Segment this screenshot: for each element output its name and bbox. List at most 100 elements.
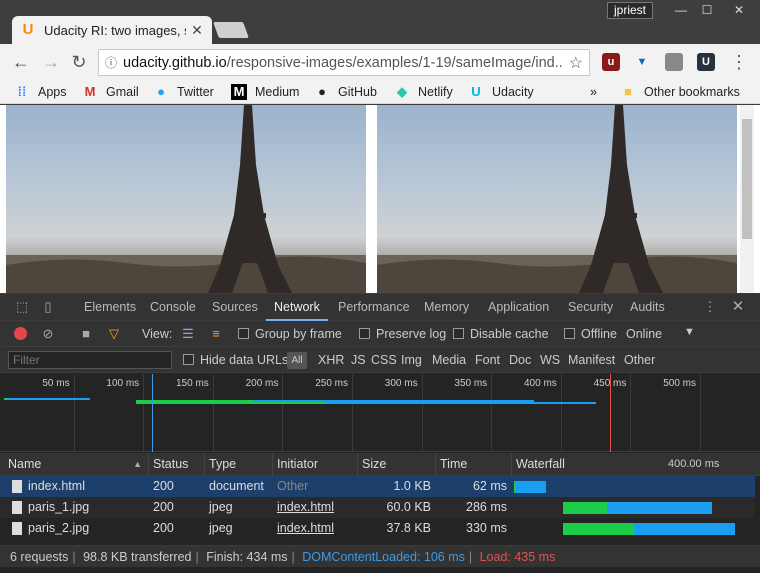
capture-screenshots-icon[interactable]: ■ (78, 326, 94, 342)
profile-button[interactable]: jpriest (607, 2, 653, 19)
inspect-element-icon[interactable]: ⬚ (14, 299, 30, 315)
browser-tab[interactable]: U Udacity RI: two images, s ✕ (12, 16, 212, 44)
timeline-tick-label: 350 ms (454, 378, 488, 389)
tab-performance[interactable]: Performance (338, 294, 410, 321)
throttling-dropdown-icon[interactable]: ▼ (684, 326, 695, 338)
request-name[interactable]: paris_1.jpg (28, 497, 144, 518)
device-toolbar-icon[interactable]: ▯ (40, 299, 56, 315)
bookmarks-overflow-button[interactable]: » (590, 83, 597, 101)
filter-css[interactable]: CSS (371, 353, 397, 367)
other-bookmarks-folder[interactable]: ■ Other bookmarks (620, 83, 740, 101)
tab-console[interactable]: Console (150, 294, 196, 321)
disable-cache-checkbox[interactable] (453, 328, 464, 339)
table-row[interactable]: paris_1.jpg 200 jpeg index.html 60.0 KB … (0, 497, 755, 518)
tab-application[interactable]: Application (488, 294, 549, 321)
window-close-icon[interactable]: ✕ (726, 0, 752, 20)
request-initiator[interactable]: index.html (277, 518, 355, 539)
bookmark-netlify[interactable]: ◆ Netlify (394, 83, 453, 101)
large-rows-icon[interactable]: ☰ (180, 326, 196, 342)
maximize-icon[interactable]: ☐ (694, 0, 720, 20)
bookmark-apps[interactable]: ⁞⁞ Apps (14, 83, 67, 101)
overview-download-bar (325, 402, 596, 404)
sort-ascending-icon: ▲ (133, 459, 142, 469)
reload-icon[interactable]: ↻ (68, 51, 90, 73)
request-name[interactable]: paris_2.jpg (28, 518, 144, 539)
request-initiator[interactable]: index.html (277, 497, 355, 518)
column-size[interactable]: Size (357, 453, 435, 476)
filter-media[interactable]: Media (432, 353, 466, 367)
tab-security[interactable]: Security (568, 294, 613, 321)
overview-waterfall-icon[interactable]: ≡ (208, 326, 224, 342)
filter-doc[interactable]: Doc (509, 353, 531, 367)
bookmark-medium[interactable]: M Medium (231, 83, 299, 101)
timeline-gridline (352, 374, 353, 452)
filter-all-button[interactable]: All (287, 352, 307, 369)
group-by-frame-checkbox[interactable] (238, 328, 249, 339)
bookmark-udacity[interactable]: U Udacity (468, 83, 533, 101)
throttling-select[interactable]: Online (626, 327, 662, 341)
request-type: document (209, 479, 264, 493)
tab-elements[interactable]: Elements (84, 294, 136, 321)
filter-input[interactable]: Filter (8, 351, 172, 369)
filter-img[interactable]: Img (401, 353, 422, 367)
tab-memory[interactable]: Memory (424, 294, 469, 321)
minimize-icon[interactable]: — (668, 0, 694, 20)
scrollbar-thumb[interactable] (742, 119, 752, 239)
bookmark-twitter[interactable]: ● Twitter (153, 83, 214, 101)
filter-manifest[interactable]: Manifest (568, 353, 615, 367)
timeline-tick-label: 300 ms (384, 378, 418, 389)
back-arrow-icon[interactable]: ← (10, 51, 32, 73)
column-type[interactable]: Type (204, 453, 272, 476)
filter-other[interactable]: Other (624, 353, 655, 367)
tab-sources[interactable]: Sources (212, 294, 258, 321)
table-row[interactable]: index.html 200 document Other 1.0 KB 62 … (0, 476, 755, 497)
record-button[interactable] (14, 327, 27, 340)
tab-network[interactable]: Network (266, 294, 328, 321)
title-bar: U Udacity RI: two images, s ✕ jpriest — … (0, 0, 760, 44)
preserve-log-checkbox[interactable] (359, 328, 370, 339)
bookmark-gmail[interactable]: M Gmail (82, 83, 139, 101)
timeline-gridline (421, 374, 423, 452)
vpn-extension-icon[interactable]: ▼ (633, 53, 651, 71)
file-icon (12, 480, 22, 493)
devtools-close-icon[interactable]: ✕ (730, 299, 746, 315)
udacity-extension-icon[interactable]: U (697, 53, 715, 71)
filter-xhr[interactable]: XHR (318, 353, 344, 367)
offline-checkbox[interactable] (564, 328, 575, 339)
extension-icon[interactable] (665, 53, 683, 71)
request-name[interactable]: index.html (28, 476, 144, 497)
menu-kebab-icon[interactable]: ⋮ (728, 51, 750, 73)
column-waterfall[interactable]: Waterfall 400.00 ms (511, 453, 755, 476)
forward-arrow-icon[interactable]: → (40, 51, 62, 73)
tab-audits[interactable]: Audits (630, 294, 665, 321)
column-name[interactable]: Name ▲ (4, 453, 148, 476)
table-row[interactable]: paris_2.jpg 200 jpeg index.html 37.8 KB … (0, 518, 755, 539)
waterfall-download-bar (515, 481, 547, 493)
new-tab-button[interactable] (213, 22, 249, 38)
network-request-table: Name ▲ Status Type Initiator Size Time Wa… (0, 453, 760, 553)
waterfall-waiting-bar (563, 502, 607, 514)
request-status: 200 (153, 500, 174, 514)
bookmark-github[interactable]: ● GitHub (314, 83, 377, 101)
timeline-tick-label: 250 ms (315, 378, 348, 389)
filter-ws[interactable]: WS (540, 353, 560, 367)
filter-funnel-icon[interactable]: ▽ (106, 326, 122, 342)
devtools-menu-icon[interactable]: ⋮ (702, 299, 718, 315)
page-scrollbar[interactable] (740, 105, 754, 293)
column-status[interactable]: Status (148, 453, 204, 476)
folder-icon: ■ (624, 84, 632, 99)
clear-icon[interactable]: ⊘ (40, 326, 56, 342)
filter-js[interactable]: JS (351, 353, 366, 367)
bookmark-star-icon[interactable]: ☆ (569, 53, 583, 73)
hide-data-urls-checkbox[interactable] (183, 354, 194, 365)
timeline-tick-label: 500 ms (663, 378, 696, 389)
tab-close-icon[interactable]: ✕ (190, 22, 204, 39)
site-info-icon[interactable]: ⓘ (99, 54, 123, 71)
request-time: 330 ms (466, 521, 507, 535)
filter-font[interactable]: Font (475, 353, 500, 367)
address-bar[interactable]: ⓘ udacity.github.io/responsive-images/ex… (98, 49, 590, 76)
column-initiator[interactable]: Initiator (272, 453, 357, 476)
network-overview-timeline[interactable]: 50 ms 100 ms 150 ms 200 ms 250 ms 300 ms 350 m… (0, 374, 760, 452)
column-time[interactable]: Time (435, 453, 511, 476)
ublock-extension-icon[interactable]: u (602, 53, 620, 71)
